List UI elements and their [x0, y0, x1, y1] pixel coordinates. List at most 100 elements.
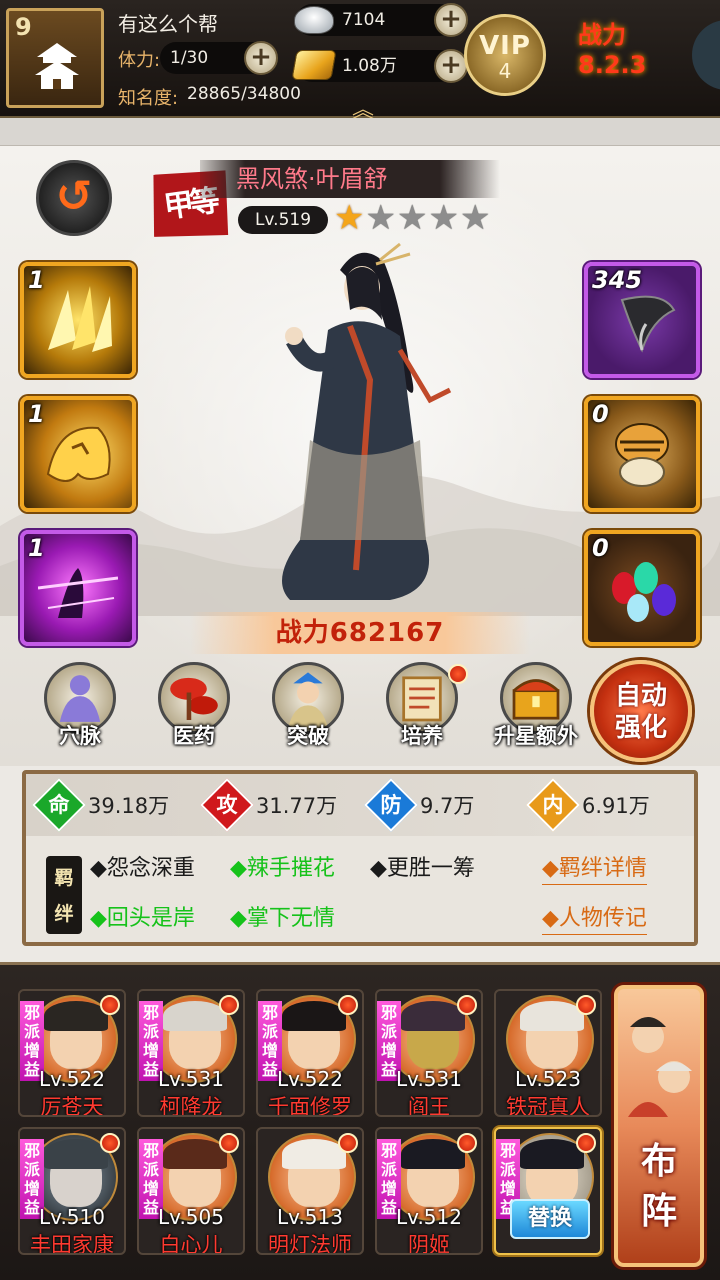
bond-badge: 羁绊	[46, 856, 82, 934]
vip-label: VIP	[479, 31, 531, 61]
vip-badge[interactable]: VIP 4	[464, 14, 546, 96]
add-gold-button[interactable]: +	[434, 49, 468, 83]
skill-slot-1[interactable]: 1	[20, 262, 136, 378]
notification-dot	[338, 995, 358, 1015]
add-stamina-button[interactable]: +	[244, 41, 278, 75]
bond-detail-link[interactable]: ◆羁绊详情	[542, 850, 647, 885]
function-label: 穴脉	[59, 724, 101, 748]
equip-count: 0	[592, 400, 609, 428]
add-silver-button[interactable]: +	[434, 3, 468, 37]
function-label: 医药	[173, 724, 215, 748]
roster-card[interactable]: Lv.523 铁冠真人	[494, 989, 602, 1117]
card-level: Lv.522	[277, 1067, 343, 1091]
star-empty-icon: ★	[459, 198, 492, 238]
stats-panel: 命 39.18万 攻 31.77万 防 9.7万 内 6.91万 羁绊 ◆怨念深…	[22, 770, 698, 946]
biography-link[interactable]: ◆人物传记	[542, 900, 647, 935]
medicine-button[interactable]: 医药	[148, 662, 240, 758]
roster-card[interactable]: 邪派增益 Lv.505 白心儿	[137, 1127, 245, 1255]
card-name: 千面修罗	[268, 1095, 352, 1117]
bond-item: ◆掌下无情	[230, 906, 335, 931]
bond-item: ◆更胜一筹	[370, 856, 475, 881]
roster-card[interactable]: 邪派增益 Lv.522 厉苍天	[18, 989, 126, 1117]
hero-power: 战力682167	[190, 612, 530, 654]
function-label: 升星额外	[494, 724, 578, 748]
cultivate-button[interactable]: 培养	[376, 662, 468, 758]
roster-card[interactable]: 邪派增益 Lv.522 千面修罗	[256, 989, 364, 1117]
equip-slot-1[interactable]: 345	[584, 262, 700, 378]
hero-character-figure[interactable]	[250, 240, 470, 610]
roster-card[interactable]: 邪派增益 Lv.510 丰田家康	[18, 1127, 126, 1255]
card-level: Lv.523	[515, 1067, 581, 1091]
card-name: 铁冠真人	[506, 1095, 590, 1117]
roster-card[interactable]: 邪派增益 Lv.531 柯降龙	[137, 989, 245, 1117]
formation-line2: 阵	[640, 1191, 677, 1232]
card-name: 明灯法师	[268, 1233, 352, 1255]
notification-dot	[448, 664, 468, 684]
stat-value: 6.91万	[582, 794, 650, 818]
card-name: 阎王	[408, 1095, 450, 1117]
formation-button[interactable]: 布 阵	[614, 985, 704, 1267]
gold-shards-icon	[48, 286, 112, 352]
swap-button[interactable]: 替换	[510, 1199, 590, 1239]
stat-value: 31.77万	[256, 794, 338, 818]
roster-card-current[interactable]: 邪派增益 替换	[494, 1127, 602, 1255]
formation-line1: 布	[640, 1141, 677, 1182]
notification-dot	[457, 995, 477, 1015]
formation-art-icon	[628, 1017, 692, 1117]
notification-dot	[219, 995, 239, 1015]
card-name: 白心儿	[159, 1233, 223, 1255]
top-status-bar: 9 有这么个帮 体力: 1/30 + 知名度: 28865/34800 7104…	[0, 0, 720, 123]
star-empty-icon: ★	[428, 198, 460, 238]
card-level: Lv.510	[39, 1205, 105, 1229]
card-name: 丰田家康	[30, 1233, 114, 1255]
notification-dot	[338, 1133, 358, 1153]
hero-name: 黑风煞·叶眉舒	[200, 160, 500, 198]
equip-slot-2[interactable]: 0	[584, 396, 700, 512]
gems-icon	[612, 562, 676, 622]
notification-dot	[100, 995, 120, 1015]
formation-label: 布 阵	[618, 1137, 700, 1237]
auto-enhance-button[interactable]: 自动 强化	[590, 660, 692, 762]
guild-badge[interactable]: 9	[6, 8, 104, 108]
back-button[interactable]: ↺	[36, 160, 112, 236]
vip-level: 4	[498, 59, 512, 83]
equip-slot-3[interactable]: 0	[584, 530, 700, 646]
meridian-button[interactable]: 穴脉	[34, 662, 126, 758]
function-label: 培养	[401, 724, 443, 748]
card-level: Lv.505	[158, 1205, 224, 1229]
tiger-belt-icon	[615, 423, 669, 487]
gold-amount: 1.08万	[342, 56, 397, 76]
auto-enhance-line2: 强化	[614, 713, 667, 743]
roster-card[interactable]: 邪派增益 Lv.512 阴姬	[375, 1127, 483, 1255]
notification-dot	[576, 995, 596, 1015]
equip-count: 345	[592, 266, 643, 294]
function-label: 突破	[287, 724, 329, 748]
card-level: Lv.522	[39, 1067, 105, 1091]
card-level: Lv.531	[396, 1067, 462, 1091]
card-level: Lv.512	[396, 1205, 462, 1229]
purple-strike-icon	[38, 568, 118, 618]
skill-slot-3[interactable]: 1	[20, 530, 136, 646]
skill-slot-2[interactable]: 1	[20, 396, 136, 512]
silver-amount: 7104	[342, 10, 386, 30]
roster-card[interactable]: 邪派增益 Lv.531 阎王	[375, 989, 483, 1117]
stat-value: 39.18万	[88, 794, 170, 818]
stamina-label: 体力:	[118, 50, 161, 71]
card-level: Lv.513	[277, 1205, 343, 1229]
power-label: 战力	[275, 618, 330, 648]
power-value: 682167	[329, 618, 445, 648]
skill-count: 1	[28, 266, 45, 294]
star-extra-button[interactable]: 升星额外	[490, 662, 582, 758]
pagoda-icon	[35, 43, 79, 89]
star-rating: ★★★★★	[334, 198, 491, 238]
power-flair-effect: 战力 8.2.3	[578, 21, 647, 79]
card-name: 厉苍天	[40, 1095, 104, 1117]
roster-card[interactable]: Lv.513 明灯法师	[256, 1127, 364, 1255]
function-row: 穴脉 医药 突破 培养 升星额外	[20, 662, 600, 758]
equip-count: 0	[592, 534, 609, 562]
card-level: Lv.531	[158, 1067, 224, 1091]
stat-char: 命	[48, 793, 70, 817]
breakthrough-button[interactable]: 突破	[262, 662, 354, 758]
star-empty-icon: ★	[396, 198, 429, 238]
skill-count: 1	[28, 534, 45, 562]
